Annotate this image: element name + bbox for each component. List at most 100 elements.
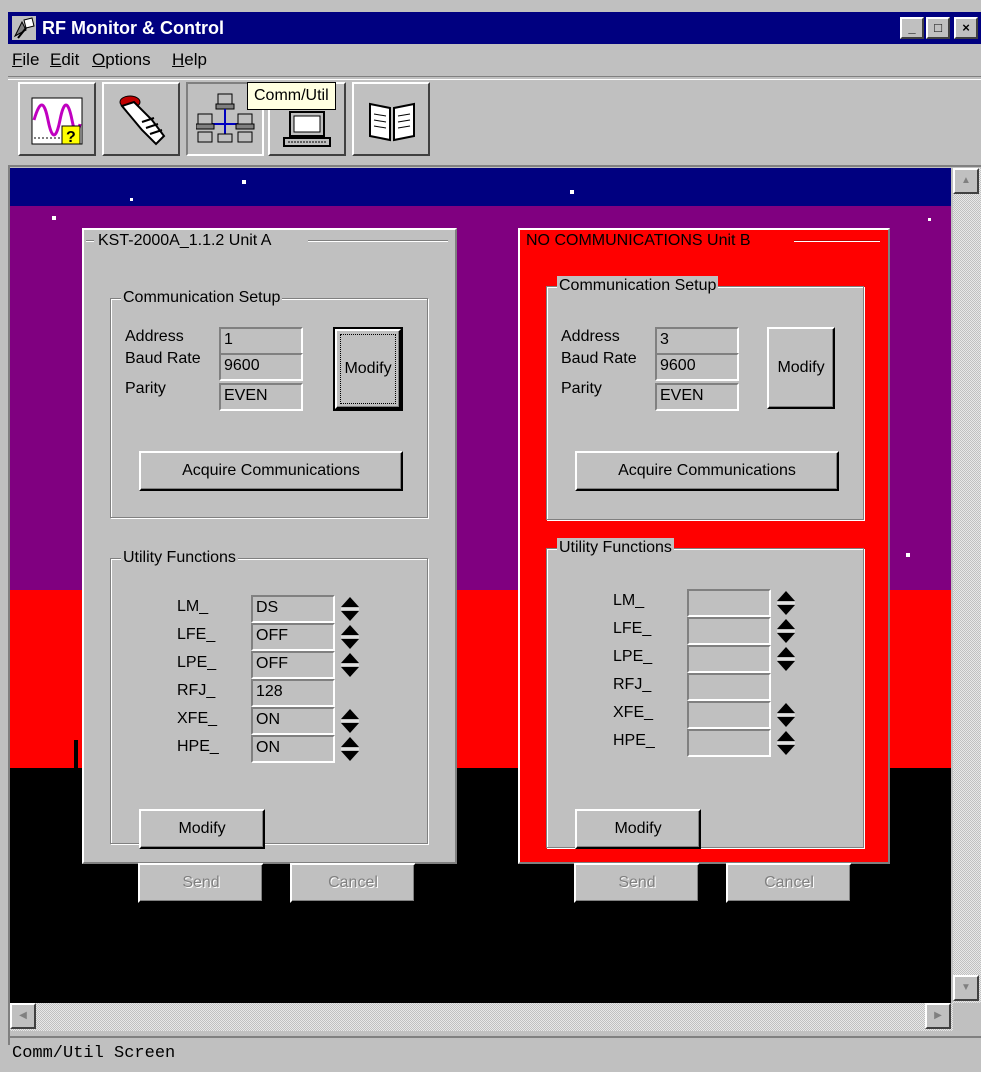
waveform-question-icon: ? <box>31 97 83 146</box>
util-row-value[interactable] <box>687 673 771 701</box>
util-row-label: LM_ <box>177 598 209 615</box>
frame-line <box>86 240 94 242</box>
menu-help-rest: elp <box>184 50 207 69</box>
scroll-right-arrow-icon[interactable]: ▶ <box>925 1003 951 1029</box>
util-row-value[interactable] <box>687 589 771 617</box>
spin-arrows-icon[interactable] <box>775 617 797 645</box>
util-row-value[interactable]: OFF <box>251 623 335 651</box>
star <box>928 218 931 221</box>
address-field[interactable]: 1 <box>219 327 303 355</box>
scroll-up-arrow-icon[interactable]: ▲ <box>953 168 979 194</box>
spin-arrows-icon[interactable] <box>339 623 361 651</box>
util-row-value[interactable]: 128 <box>251 679 335 707</box>
menu-edit-rest: dit <box>61 50 80 69</box>
util-row-value[interactable] <box>687 617 771 645</box>
util-row-value[interactable]: ON <box>251 707 335 735</box>
star <box>242 180 246 184</box>
spin-arrows-icon[interactable] <box>775 701 797 729</box>
util-row-label: HPE_ <box>177 738 219 755</box>
spin-arrows-icon[interactable] <box>775 729 797 757</box>
app-window: RF Monitor & Control _ □ × File Edit Opt… <box>0 0 981 1072</box>
unit-b-acquire-button[interactable]: Acquire Communications <box>575 451 839 491</box>
unit-b-panel: NO COMMUNICATIONS Unit B Communication S… <box>518 228 890 903</box>
star <box>52 216 56 220</box>
svg-text:?: ? <box>66 129 76 146</box>
toolbar-tooltip: Comm/Util <box>247 82 336 110</box>
menu-file-rest: ile <box>22 50 40 69</box>
unit-a-util-group: Utility Functions LM_ DS LFE_ OFF LPE_ OFF RFJ… <box>110 548 428 849</box>
book-button[interactable] <box>352 82 430 156</box>
horizontal-scrollbar[interactable]: ◀ ▶ <box>10 1003 953 1031</box>
window-title: RF Monitor & Control <box>42 18 224 38</box>
unit-a-cancel-button[interactable]: Cancel <box>290 863 416 903</box>
menu-file[interactable]: File <box>12 50 39 70</box>
address-label: Address <box>561 328 620 345</box>
unit-b-util-group: Utility Functions LM_ LFE_ LPE_ RFJ_ XFE_ HPE… <box>546 538 864 849</box>
util-row-label: LPE_ <box>177 654 217 671</box>
menu-edit-accel: E <box>50 50 62 69</box>
util-row-label: LFE_ <box>613 620 652 637</box>
frame-line <box>308 240 448 242</box>
util-group-title: Utility Functions <box>121 548 238 568</box>
waveform-help-button[interactable]: ? <box>18 82 96 156</box>
open-book-icon <box>369 102 415 142</box>
satellite-dish-icon <box>12 16 36 40</box>
parity-label: Parity <box>561 380 602 397</box>
parity-field[interactable]: EVEN <box>219 383 303 411</box>
util-row-value[interactable]: DS <box>251 595 335 623</box>
address-field[interactable]: 3 <box>655 327 739 355</box>
util-group-title: Utility Functions <box>557 538 674 558</box>
util-row-value[interactable] <box>687 645 771 673</box>
spin-arrows-icon[interactable] <box>775 589 797 617</box>
unit-a-title: KST-2000A_1.1.2 Unit A <box>96 231 274 251</box>
status-text: Comm/Util Screen <box>12 1044 176 1063</box>
menu-help[interactable]: Help <box>172 50 207 70</box>
menu-options[interactable]: Options <box>92 50 151 70</box>
unit-a-acquire-button[interactable]: Acquire Communications <box>139 451 403 491</box>
spin-arrows-icon[interactable] <box>339 651 361 679</box>
parity-field[interactable]: EVEN <box>655 383 739 411</box>
util-row-label: XFE_ <box>177 710 218 727</box>
maximize-button[interactable]: □ <box>926 17 950 39</box>
menu-bar: File Edit Options Help <box>8 46 981 74</box>
unit-a-util-modify-button[interactable]: Modify <box>139 809 265 849</box>
unit-b-util-modify-button[interactable]: Modify <box>575 809 701 849</box>
unit-b-send-button[interactable]: Send <box>574 863 700 903</box>
spin-arrows-icon[interactable] <box>339 707 361 735</box>
parity-label: Parity <box>125 380 166 397</box>
comm-group-title: Communication Setup <box>121 288 283 308</box>
vertical-scrollbar[interactable]: ▲ ▼ <box>953 168 981 1003</box>
baud-rate-field[interactable]: 9600 <box>219 353 303 381</box>
util-row-value[interactable] <box>687 701 771 729</box>
util-row-value[interactable]: ON <box>251 735 335 763</box>
scroll-down-arrow-icon[interactable]: ▼ <box>953 975 979 1001</box>
minimize-button[interactable]: _ <box>900 17 924 39</box>
unit-b-comm-modify-button[interactable]: Modify <box>767 327 835 409</box>
star <box>906 553 910 557</box>
star <box>570 190 574 194</box>
hand-control-button[interactable] <box>102 82 180 156</box>
util-row-label: HPE_ <box>613 732 655 749</box>
util-row-value[interactable]: OFF <box>251 651 335 679</box>
util-row-label: RFJ_ <box>177 682 216 699</box>
unit-a-comm-modify-button[interactable]: Modify <box>333 327 403 411</box>
unit-a-send-button[interactable]: Send <box>138 863 264 903</box>
util-row-label: RFJ_ <box>613 676 652 693</box>
unit-a-panel: KST-2000A_1.1.2 Unit A Communication Set… <box>82 228 457 903</box>
unit-b-cancel-button[interactable]: Cancel <box>726 863 852 903</box>
address-label: Address <box>125 328 184 345</box>
baud-rate-field[interactable]: 9600 <box>655 353 739 381</box>
util-row-label: LFE_ <box>177 626 216 643</box>
baud-rate-label: Baud Rate <box>561 350 637 367</box>
spin-arrows-icon[interactable] <box>339 735 361 763</box>
close-button[interactable]: × <box>954 17 978 39</box>
spin-arrows-icon[interactable] <box>339 595 361 623</box>
status-bar: Comm/Util Screen <box>8 1036 981 1070</box>
title-bar[interactable]: RF Monitor & Control _ □ × <box>8 12 981 44</box>
scroll-left-arrow-icon[interactable]: ◀ <box>10 1003 36 1029</box>
menu-options-rest: ptions <box>105 50 151 69</box>
util-row-value[interactable] <box>687 729 771 757</box>
menu-edit[interactable]: Edit <box>50 50 79 70</box>
spin-arrows-icon[interactable] <box>775 645 797 673</box>
menu-options-accel: O <box>92 50 106 69</box>
